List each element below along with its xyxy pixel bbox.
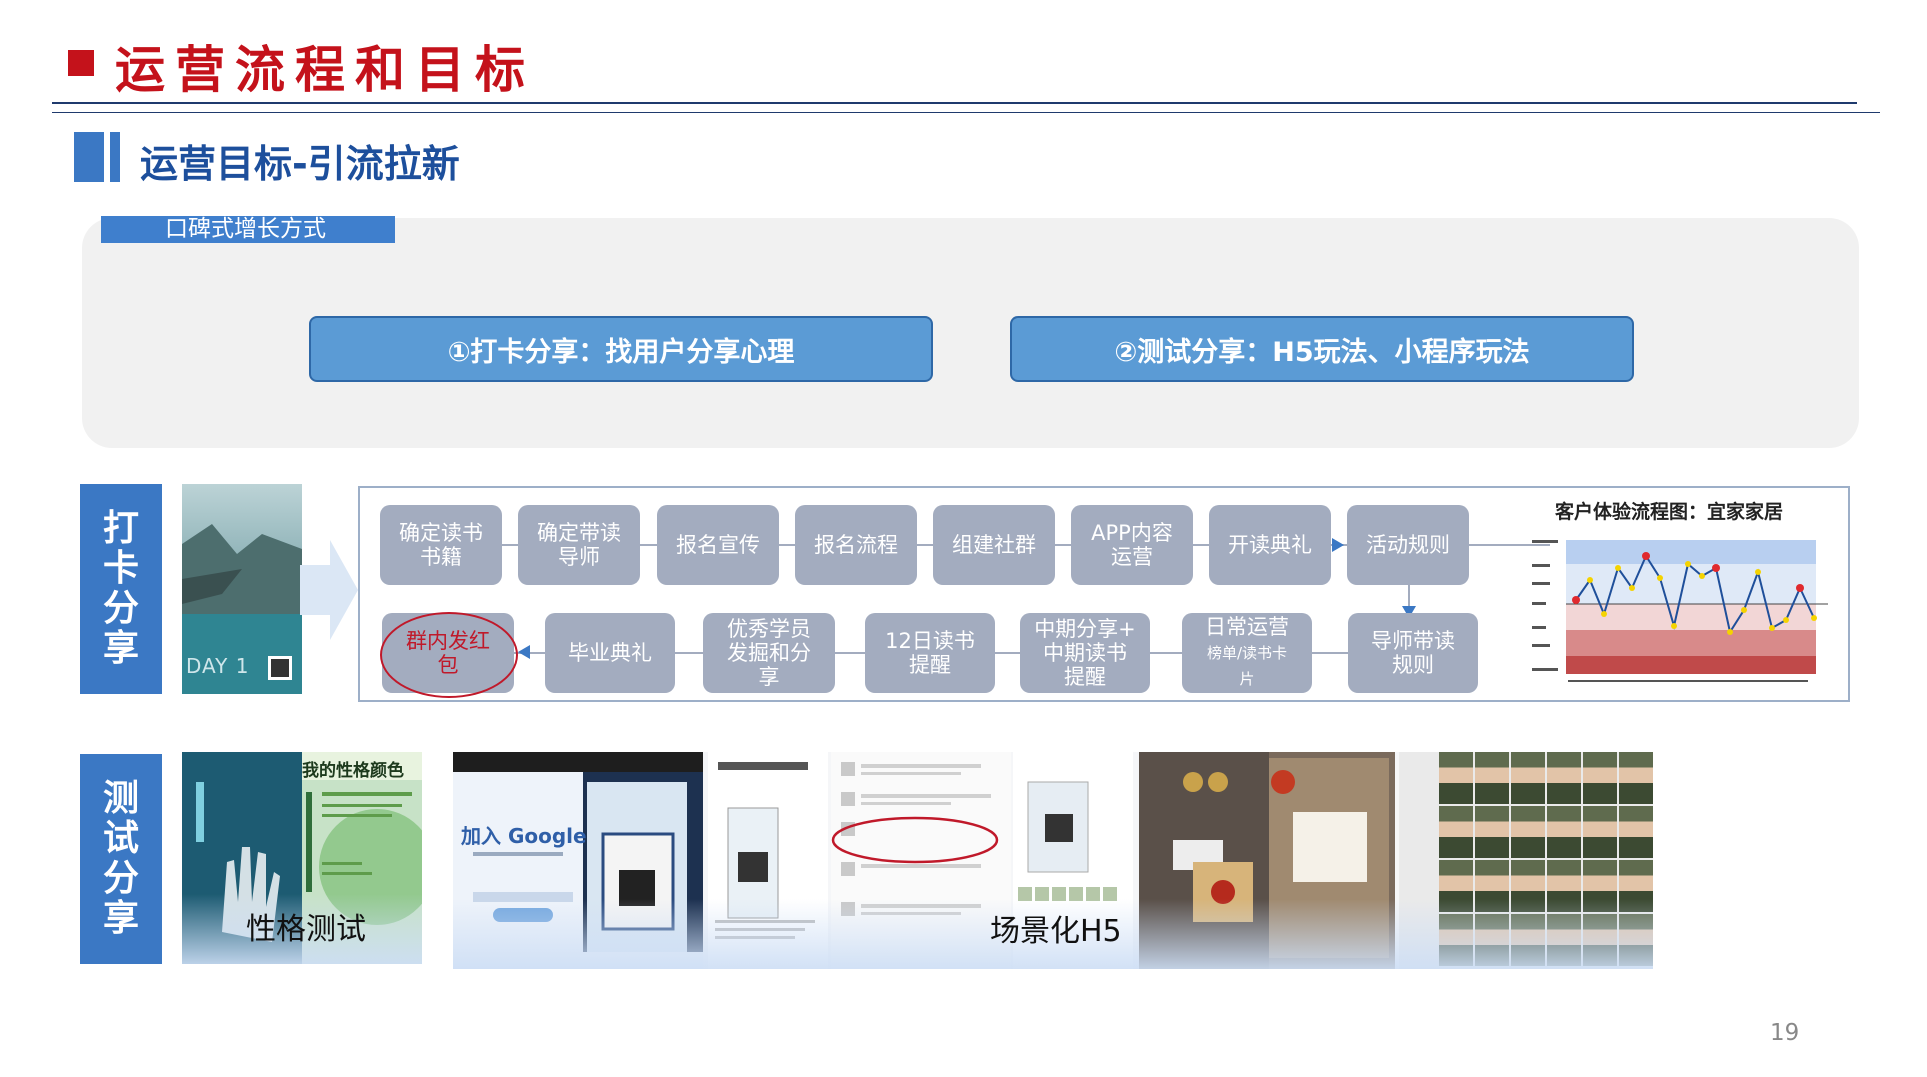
page-number: 19 xyxy=(1770,1020,1800,1046)
flow-step-signup: 报名流程 xyxy=(795,505,917,585)
scenario-h5-caption: 场景化H5 xyxy=(990,914,1122,949)
portrait-tile xyxy=(1547,806,1581,858)
portrait-tile xyxy=(1583,806,1617,858)
portrait-tile xyxy=(1511,752,1545,804)
personality-test-image: 我的性格颜色 性格测试 xyxy=(182,752,422,964)
flow-arrow-icon xyxy=(300,540,358,640)
option-checkin-share: ①打卡分享：找用户分享心理 xyxy=(309,316,933,382)
flow-step-choose-book: 确定读书 书籍 xyxy=(380,505,502,585)
personality-color-title: 我的性格颜色 xyxy=(302,761,404,781)
portrait-tile xyxy=(1619,806,1653,858)
portrait-tile xyxy=(1439,806,1473,858)
personality-test-caption: 性格测试 xyxy=(246,912,366,947)
flow-step-12day-reminder: 12日读书 提醒 xyxy=(865,613,995,693)
portrait-tile xyxy=(1583,752,1617,804)
flow-step-top-learners: 优秀学员 发掘和分享 xyxy=(703,613,835,693)
flow-step-mentor-rules: 导师带读 规则 xyxy=(1348,613,1478,693)
portrait-tile xyxy=(1511,806,1545,858)
customer-experience-chart-image xyxy=(1532,540,1828,682)
poster-day-text: DAY 1 xyxy=(186,654,250,678)
panel-tag: 口碑式增长方式 xyxy=(101,216,395,243)
portrait-tile xyxy=(1439,752,1473,804)
portrait-tile xyxy=(1619,752,1653,804)
page-title: 运营流程和目标 xyxy=(115,41,535,99)
portrait-tile xyxy=(1475,752,1509,804)
flow-step-daily-ops: 日常运营 榜单/读书卡片 xyxy=(1182,613,1312,693)
test-share-label: 测试分享 xyxy=(80,754,162,964)
flow-step-promotion: 报名宣传 xyxy=(657,505,779,585)
title-divider xyxy=(52,102,1857,104)
title-bullet xyxy=(68,50,94,76)
checkin-poster-image: DAY 1 xyxy=(182,484,302,694)
flow-step-mid-share: 中期分享+ 中期读书 提醒 xyxy=(1020,613,1150,693)
scenario-h5-image-strip: 加入 Google 场景化H5 xyxy=(453,752,1653,969)
checkin-share-label: 打卡分享 xyxy=(80,484,162,694)
section-subtitle: 运营目标-引流拉新 xyxy=(140,142,460,186)
flow-step-rules: 活动规则 xyxy=(1347,505,1469,585)
title-divider-thin xyxy=(52,112,1880,113)
google-join-text: 加入 Google xyxy=(461,824,587,848)
flow-step-choose-mentor: 确定带读 导师 xyxy=(518,505,640,585)
portrait-tile xyxy=(1475,806,1509,858)
option-test-share: ②测试分享：H5玩法、小程序玩法 xyxy=(1010,316,1634,382)
portrait-tile xyxy=(1547,752,1581,804)
highlight-circle xyxy=(380,612,518,698)
flow-step-graduation: 毕业典礼 xyxy=(545,613,675,693)
flow-step-opening: 开读典礼 xyxy=(1209,505,1331,585)
flow-step-app-content: APP内容 运营 xyxy=(1071,505,1193,585)
flow-step-community: 组建社群 xyxy=(933,505,1055,585)
cx-map-title: 客户体验流程图：宜家家居 xyxy=(1555,501,1784,523)
